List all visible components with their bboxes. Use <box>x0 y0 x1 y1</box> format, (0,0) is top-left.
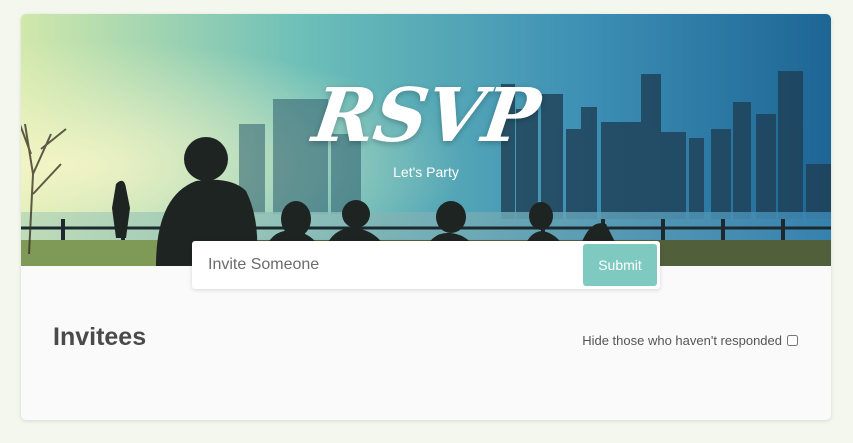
submit-button[interactable]: Submit <box>583 244 657 286</box>
invitees-heading: Invitees <box>53 323 147 351</box>
app-title: RSVP <box>307 73 545 159</box>
hide-unresponded-label: Hide those who haven't responded <box>582 333 782 348</box>
app-subtitle: Let's Party <box>393 164 459 180</box>
invite-input[interactable] <box>206 244 583 286</box>
invite-form: Submit <box>192 241 660 289</box>
hide-unresponded-checkbox[interactable] <box>787 335 798 346</box>
hide-unresponded-filter[interactable]: Hide those who haven't responded <box>582 333 798 348</box>
rsvp-card: RSVP Let's Party Submit Invitees Hide th… <box>21 14 831 420</box>
hero-banner: RSVP Let's Party <box>21 14 831 266</box>
